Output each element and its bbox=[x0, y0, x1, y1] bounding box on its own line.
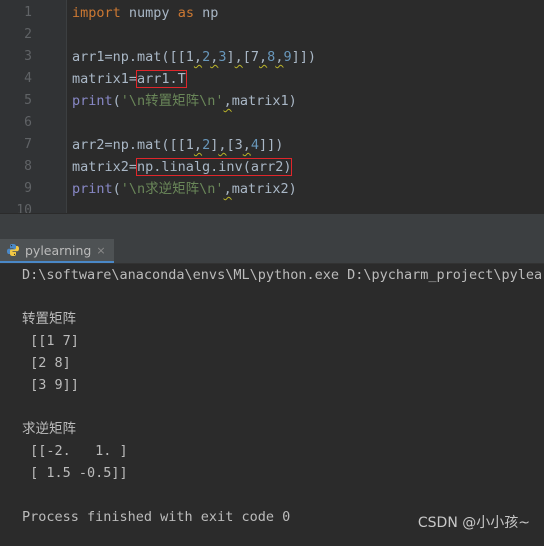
code-line: print('\n转置矩阵\n',matrix1) bbox=[72, 90, 297, 112]
code-token: arr2=np.mat([[1 bbox=[72, 137, 194, 153]
code-token: 2 bbox=[202, 137, 211, 153]
code-token: '\n转置矩阵\n' bbox=[120, 93, 224, 109]
code-token: as bbox=[177, 5, 194, 21]
python-icon bbox=[7, 244, 19, 256]
run-console-output[interactable]: D:\software\anaconda\envs\ML\python.exe … bbox=[0, 264, 544, 546]
code-token: , bbox=[223, 93, 232, 109]
code-token: numpy bbox=[120, 5, 178, 21]
code-token: np bbox=[193, 5, 219, 21]
console-line: [2 8] bbox=[22, 355, 71, 371]
code-token: print bbox=[72, 181, 113, 197]
watermark: CSDN @小小孩~ bbox=[417, 515, 530, 531]
code-line: arr1=np.mat([[1,2,3],[7,8,9]]) bbox=[72, 46, 316, 68]
run-tool-window-header: pylearning × bbox=[0, 239, 544, 264]
console-line: [3 9]] bbox=[22, 377, 79, 393]
line-number: 9 bbox=[24, 181, 32, 196]
line-number: 3 bbox=[24, 49, 32, 64]
line-number: 1 bbox=[24, 5, 32, 20]
code-token: [3 bbox=[226, 137, 243, 153]
code-token: ]]) bbox=[259, 137, 284, 153]
code-token: 2 bbox=[202, 49, 211, 65]
code-token: arr1=np.mat([[1 bbox=[72, 49, 194, 65]
code-token: matrix2) bbox=[231, 181, 297, 197]
line-number: 7 bbox=[24, 137, 32, 152]
console-line: 转置矩阵 bbox=[22, 311, 76, 327]
code-token: '\n求逆矩阵\n' bbox=[120, 181, 224, 197]
run-tab-pylearning[interactable]: pylearning × bbox=[0, 239, 114, 263]
code-editor[interactable]: 1 2 3 4 5 6 7 8 9 10 import numpy as np arr1=np.mat… bbox=[0, 0, 544, 213]
console-line: D:\software\anaconda\envs\ML\python.exe … bbox=[22, 267, 544, 283]
highlighted-expression: arr1.T bbox=[136, 70, 187, 88]
code-token: ( bbox=[112, 93, 121, 109]
code-token: , bbox=[193, 49, 203, 65]
code-token: print bbox=[72, 93, 113, 109]
code-token: , bbox=[193, 137, 203, 153]
code-line: matrix2=np.linalg.inv(arr2) bbox=[72, 156, 293, 178]
line-number: 5 bbox=[24, 93, 32, 108]
code-token: , bbox=[242, 137, 251, 153]
code-token: , bbox=[234, 49, 243, 65]
code-line: arr2=np.mat([[1,2],[3,4]]) bbox=[72, 134, 283, 156]
code-line: import numpy as np bbox=[72, 2, 218, 24]
code-line: matrix1=arr1.T bbox=[72, 68, 187, 90]
highlighted-expression: np.linalg.inv(arr2) bbox=[136, 158, 293, 176]
code-token: matrix1) bbox=[231, 93, 297, 109]
code-token: [7 bbox=[242, 49, 260, 65]
console-line: [[-2. 1. ] bbox=[22, 443, 128, 459]
run-tab-label: pylearning bbox=[25, 242, 92, 258]
close-icon[interactable]: × bbox=[96, 244, 105, 257]
line-number: 2 bbox=[24, 27, 32, 42]
gutter-separator bbox=[66, 0, 67, 213]
line-number: 8 bbox=[24, 159, 32, 174]
line-number: 4 bbox=[24, 71, 32, 86]
code-token: matrix1= bbox=[72, 71, 138, 87]
code-token: matrix2= bbox=[72, 159, 138, 175]
code-token: ( bbox=[112, 181, 121, 197]
console-line: 求逆矩阵 bbox=[22, 421, 76, 437]
code-token: , bbox=[223, 181, 232, 197]
code-token: import bbox=[72, 5, 121, 21]
code-token: , bbox=[259, 49, 268, 65]
line-number: 10 bbox=[16, 203, 32, 213]
code-token: ] bbox=[226, 49, 235, 65]
code-token: 4 bbox=[250, 137, 260, 153]
console-line: [ 1.5 -0.5]] bbox=[22, 465, 128, 481]
code-token: ]]) bbox=[291, 49, 316, 65]
panel-divider[interactable] bbox=[0, 213, 544, 240]
code-line: print('\n求逆矩阵\n',matrix2) bbox=[72, 178, 297, 200]
line-number: 6 bbox=[24, 115, 32, 130]
code-token: 9 bbox=[283, 49, 292, 65]
console-line: [[1 7] bbox=[22, 333, 79, 349]
console-line: Process finished with exit code 0 bbox=[22, 509, 291, 525]
